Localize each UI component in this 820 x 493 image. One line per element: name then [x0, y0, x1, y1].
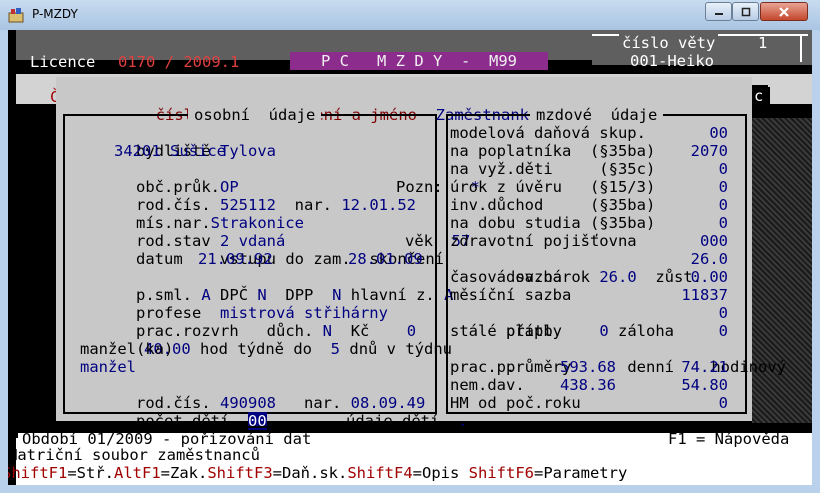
spouse-field[interactable]: manžel: [80, 358, 136, 376]
wage-row-value[interactable]: 000: [700, 232, 728, 250]
function-key[interactable]: ShiftF4: [347, 464, 412, 482]
gross-ytd-field: 0: [718, 394, 728, 412]
status-frame-top: [16, 426, 812, 428]
function-key[interactable]: ShiftF6: [469, 464, 534, 482]
monthly-rate-field[interactable]: 11837: [681, 286, 728, 304]
wage-row-value[interactable]: 0: [719, 196, 728, 214]
header-divider-right: [800, 34, 802, 62]
avg-sick-hourly-field: 54.80: [681, 376, 728, 394]
file-name: Matriční soubor zaměstnanců: [8, 446, 260, 464]
wage-data-title: mzdové údaje: [530, 106, 664, 124]
wage-row-label: na poplatníka (§35ba): [450, 142, 656, 160]
advance-field[interactable]: 0: [719, 304, 728, 322]
fixed-payments-label: stálé platby: [450, 322, 562, 340]
wage-row-value[interactable]: 0: [719, 160, 728, 178]
hourly-rate-label: časová sazba: [450, 268, 562, 286]
fixed-payments-field[interactable]: 0: [719, 322, 728, 340]
app-banner: P C M Z D Y - M99: [290, 52, 548, 70]
licence-value: 0170 / 2009.1: [118, 53, 240, 71]
function-key-label: =Parametry: [533, 464, 628, 482]
maximize-button[interactable]: [732, 2, 759, 21]
vacation-remaining-field[interactable]: 26.0: [691, 250, 728, 268]
maximize-icon: [741, 7, 750, 16]
avg-sick-label: nem.dav.: [450, 376, 525, 394]
wage-row-value[interactable]: 0: [719, 214, 728, 232]
minimize-button[interactable]: [705, 2, 732, 21]
monthly-rate-label: měsíční sazba: [450, 286, 572, 304]
address-street-field[interactable]: Tylova: [220, 142, 276, 160]
wage-row-label: úrok z úvěru (§15/3): [450, 178, 656, 196]
app-window: P-MZDY Licence 0170 / 2009.1 P C M Z D Y…: [0, 0, 820, 493]
address-city-field[interactable]: 34201 Sušice: [114, 142, 226, 160]
daily-label: denní: [627, 358, 674, 376]
close-icon: [779, 6, 789, 17]
wage-row-value[interactable]: 00: [709, 124, 728, 142]
wage-row-label: modelová daňová skup.: [450, 124, 646, 142]
function-key[interactable]: ShiftF1: [8, 464, 67, 482]
licence-label: Licence: [30, 53, 96, 71]
avg-sick-daily-field: 438.36: [560, 376, 616, 394]
avg-work-daily-field: 593.68: [560, 358, 616, 376]
employment-start-field[interactable]: 21.09.92: [198, 250, 273, 268]
window-title: P-MZDY: [32, 7, 78, 21]
vacation-field[interactable]: 26.0: [599, 268, 636, 286]
minimize-icon: [714, 12, 723, 15]
wage-row-value[interactable]: 2070: [691, 142, 728, 160]
spouse-label: manžel(ka): [80, 340, 174, 358]
close-button[interactable]: [760, 2, 808, 21]
weekly-hours-label: hod týdně do: [200, 340, 312, 358]
help-hint: F1 = Nápověda: [668, 430, 790, 448]
employment-end-field[interactable]: 28.01.09: [348, 250, 423, 268]
function-keys: ShiftF1=Stř.AltF1=Zak.ShiftF3=Daň.sk.Shi…: [8, 464, 627, 482]
birth-date-field[interactable]: 12.01.52: [341, 196, 416, 214]
function-key[interactable]: ShiftF3: [207, 464, 272, 482]
function-key-label: =Daň.sk.: [272, 464, 348, 482]
app-icon: [8, 8, 24, 23]
days-per-week-label: dnů v týdnu: [349, 340, 453, 358]
wage-row-label: inv.důchod (§35ba): [450, 196, 656, 214]
advance-label: záloha: [618, 322, 675, 340]
function-key[interactable]: AltF1: [114, 464, 161, 482]
avg-work-hourly-field: 74.21: [681, 358, 728, 376]
allowance-field[interactable]: 0: [599, 322, 608, 340]
function-key-label: =Zak.: [160, 464, 208, 482]
personal-data-title: osobní údaje: [188, 106, 322, 124]
avg-work-label: prac.p.: [450, 358, 516, 376]
right-c-char: c: [752, 87, 770, 115]
function-key-label: =Opis: [412, 464, 469, 482]
console-area[interactable]: Licence 0170 / 2009.1 P C M Z D Y - M99 …: [8, 30, 812, 485]
wage-row-label: na vyž.děti (§35c): [450, 160, 656, 178]
hourly-rate-field[interactable]: 0.00: [691, 268, 728, 286]
record-number-label: číslo věty: [619, 34, 719, 52]
title-bar[interactable]: P-MZDY: [0, 0, 820, 30]
wage-row-value[interactable]: 0: [719, 178, 728, 196]
wage-row-label: na dobu studia (§35ba): [450, 214, 656, 232]
date-label: datum: [136, 250, 183, 268]
company-id: 001-Heiko: [630, 52, 714, 70]
days-per-week-field[interactable]: 5: [331, 340, 340, 358]
gross-ytd-label: HM od poč.roku: [450, 394, 581, 412]
wage-row-label: zdravotní pojišťovna: [450, 232, 637, 250]
record-number-value: 1: [758, 34, 768, 52]
function-key-label: =Stř.: [67, 464, 114, 482]
